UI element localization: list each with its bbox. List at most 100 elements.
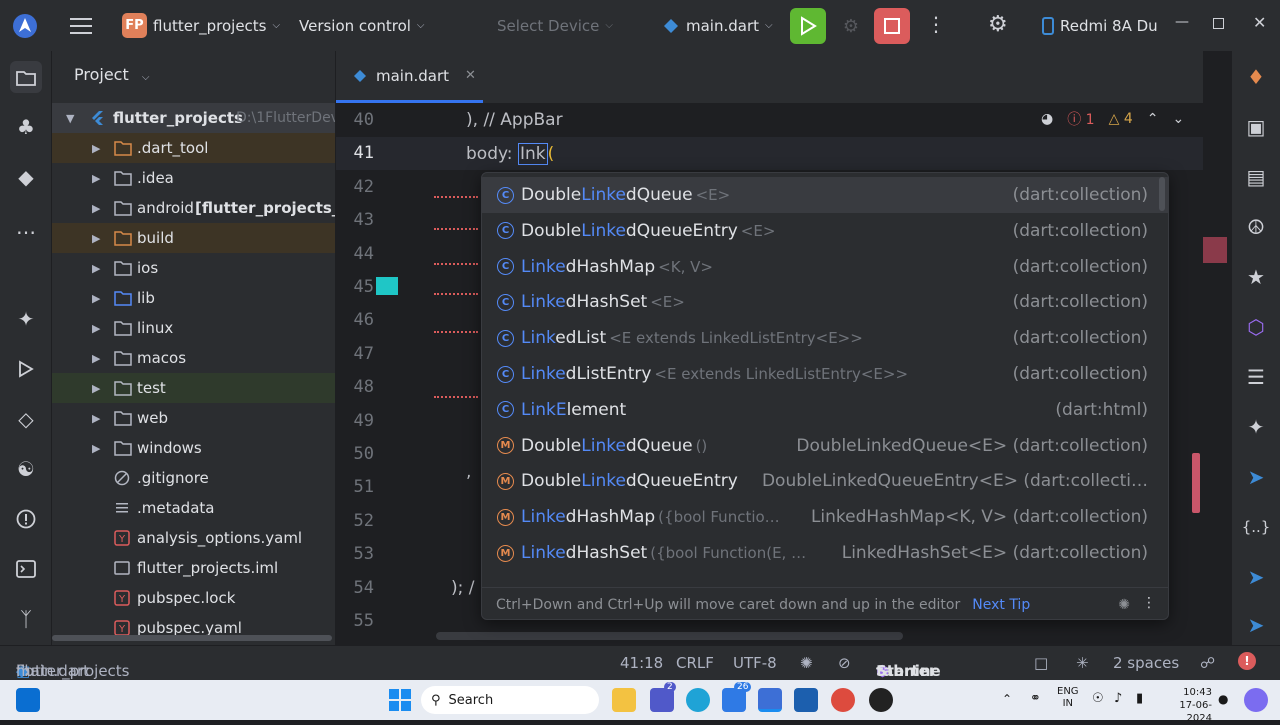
ai-assistant-icon[interactable]: ⬡ [1240, 311, 1272, 343]
run-tool-icon[interactable] [10, 353, 42, 385]
notification-icon[interactable]: ● [1218, 692, 1228, 706]
completion-item[interactable]: C LinkElement (dart:html) [482, 392, 1168, 428]
error-indicator[interactable]: ⓘ 1 [1067, 109, 1094, 129]
device-selector[interactable]: Select Device ⌵ [497, 0, 613, 51]
more-tools-icon[interactable]: … [10, 211, 42, 243]
sparkle-icon[interactable]: ✦ [1240, 411, 1272, 443]
flutter-outline-icon[interactable]: ➤ [1240, 461, 1272, 493]
tree-item[interactable]: .gitignore [52, 463, 335, 493]
completion-item[interactable]: C DoubleLinkedQueueEntry <E> (dart:collecti… [482, 213, 1168, 249]
line-separator[interactable]: CRLF [676, 654, 714, 672]
todo-icon[interactable]: 26 [722, 682, 752, 712]
project-panel-header[interactable]: Project ⌵ [74, 65, 149, 84]
tree-item[interactable]: .metadata [52, 493, 335, 523]
tree-item[interactable]: ▶ macos [52, 343, 335, 373]
breadcrumb-file[interactable]: main.dart [16, 662, 89, 680]
caret-position[interactable]: 41:18 [620, 654, 663, 672]
completion-item[interactable]: C LinkedHashSet <E> (dart:collection) [482, 284, 1168, 320]
chevron-right-icon[interactable]: ▶ [92, 202, 100, 215]
completion-item[interactable]: C DoubleLinkedQueue <E> (dart:collection) [482, 177, 1168, 213]
tree-item[interactable]: ▶ android [flutter_projects_a [52, 193, 335, 223]
run-button[interactable] [790, 8, 826, 44]
chevron-up-icon[interactable]: ⌃ [1002, 692, 1012, 706]
read-only-lock-icon[interactable]: ☍ [1200, 654, 1215, 672]
copilot-taskbar-icon[interactable] [1244, 688, 1268, 712]
terminal-icon[interactable] [10, 553, 42, 585]
horizontal-scrollbar[interactable] [52, 631, 335, 645]
completion-item[interactable]: M DoubleLinkedQueue() DoubleLinkedQueue<E>… [482, 428, 1168, 464]
next-tip-link[interactable]: Next Tip [972, 597, 1030, 613]
network-icon[interactable]: ☉ [1092, 691, 1104, 706]
json-braces-icon[interactable]: {..} [1240, 511, 1272, 543]
tab-close-icon[interactable]: ✕ [465, 68, 476, 83]
debug-bug-icon[interactable]: ⚙ [838, 13, 864, 39]
warning-indicator[interactable]: △ 4 [1109, 111, 1133, 127]
teams-icon[interactable]: 2 [650, 682, 676, 712]
chevron-right-icon[interactable]: ▶ [92, 412, 100, 425]
tree-item[interactable]: Yanalysis_options.yaml [52, 523, 335, 553]
completion-options-icon[interactable]: ⋮ [1142, 595, 1156, 611]
chevron-right-icon[interactable]: ▶ [92, 262, 100, 275]
chevron-right-icon[interactable]: ▶ [92, 322, 100, 335]
chevron-right-icon[interactable]: ▶ [92, 352, 100, 365]
tree-item[interactable]: Ypubspec.lock [52, 583, 335, 613]
error-alert-icon[interactable]: ! [1238, 652, 1256, 670]
tree-item[interactable]: ▶ windows [52, 433, 335, 463]
git-branch-icon[interactable]: ᛉ [10, 603, 42, 635]
more-vertical-icon[interactable]: ⋮ [926, 12, 946, 36]
problems-icon[interactable] [10, 503, 42, 535]
code-line-40[interactable]: ), // AppBar [466, 110, 563, 130]
app-icon[interactable] [869, 688, 893, 712]
chevron-right-icon[interactable]: ▶ [92, 382, 100, 395]
completion-item[interactable]: C LinkedHashMap <K, V> (dart:collection) [482, 249, 1168, 285]
completion-item[interactable]: M DoubleLinkedQueueEntry DoubleLinkedQueue… [482, 463, 1168, 499]
chat-icon[interactable]: □ [1034, 654, 1048, 672]
chevron-right-icon[interactable]: ▶ [92, 172, 100, 185]
chevron-right-icon[interactable]: ▶ [92, 442, 100, 455]
power-save-icon[interactable]: ⊘ [838, 654, 851, 672]
tab-options-icon[interactable]: ⋮ [1196, 65, 1203, 89]
device-manager-icon[interactable]: ▣ [1240, 111, 1272, 143]
maximize-icon[interactable] [1213, 18, 1224, 29]
run-config-selector[interactable]: main.dart ⌵ [662, 0, 773, 51]
minimize-icon[interactable]: — [1175, 14, 1189, 30]
completion-item[interactable]: M LinkedHashMap ({bool Functio… LinkedHashM… [482, 499, 1168, 535]
copilot-icon[interactable]: ★ [1240, 261, 1272, 293]
project-selector[interactable]: FP flutter_projects ⌵ [122, 0, 280, 51]
app-logo-icon[interactable] [12, 0, 38, 51]
tree-item[interactable]: ▶ linux [52, 313, 335, 343]
notifications-bell-icon[interactable]: ♦ [1240, 61, 1272, 93]
indent-setting[interactable]: 2 spaces [1113, 654, 1179, 672]
background-tasks-icon[interactable]: ✺ [800, 654, 813, 672]
logcat-icon[interactable]: ☯ [10, 453, 42, 485]
structure-list-icon[interactable]: ☰ [1240, 361, 1272, 393]
code-line-41[interactable]: body: Ink( [466, 143, 554, 165]
taskbar-search[interactable]: ⚲ Search [421, 686, 599, 714]
color-preview-swatch[interactable] [376, 277, 398, 295]
hide-eye-icon[interactable]: ◕ [1041, 111, 1053, 127]
volume-icon[interactable]: ♪ [1114, 691, 1122, 706]
battery-icon[interactable]: ▮ [1136, 691, 1143, 706]
code-line-49[interactable]: , [466, 462, 471, 482]
project-folder-icon[interactable] [10, 61, 42, 93]
tree-item[interactable]: ▶ lib [52, 283, 335, 313]
file-encoding[interactable]: UTF-8 [733, 654, 777, 672]
settings-gear-icon[interactable]: ⚙ [988, 12, 1008, 37]
chevron-right-icon[interactable]: ▶ [92, 232, 100, 245]
tree-item[interactable]: ▶ build [52, 223, 335, 253]
completion-item[interactable]: C LinkedList <E extends LinkedListEntry<E>… [482, 320, 1168, 356]
device-indicator[interactable]: Redmi 8A Du [1042, 0, 1158, 51]
tree-item[interactable]: flutter_projects.iml [52, 553, 335, 583]
tree-item[interactable]: ▶ .idea [52, 163, 335, 193]
scroll-thumb[interactable] [1192, 453, 1200, 513]
code-line-54[interactable]: ); / [451, 578, 475, 598]
clipboard-icon[interactable]: ▤ [1240, 161, 1272, 193]
vscode-icon[interactable] [794, 688, 818, 712]
editor-scroll-map[interactable] [1192, 103, 1230, 643]
structure-icon[interactable]: ◆ [10, 161, 42, 193]
tab-main-dart[interactable]: main.dart ✕ [336, 51, 483, 103]
edge-browser-icon[interactable] [686, 688, 710, 712]
close-window-icon[interactable]: ✕ [1253, 13, 1266, 32]
chevron-right-icon[interactable]: ▶ [92, 142, 100, 155]
main-menu-icon[interactable] [70, 0, 94, 51]
